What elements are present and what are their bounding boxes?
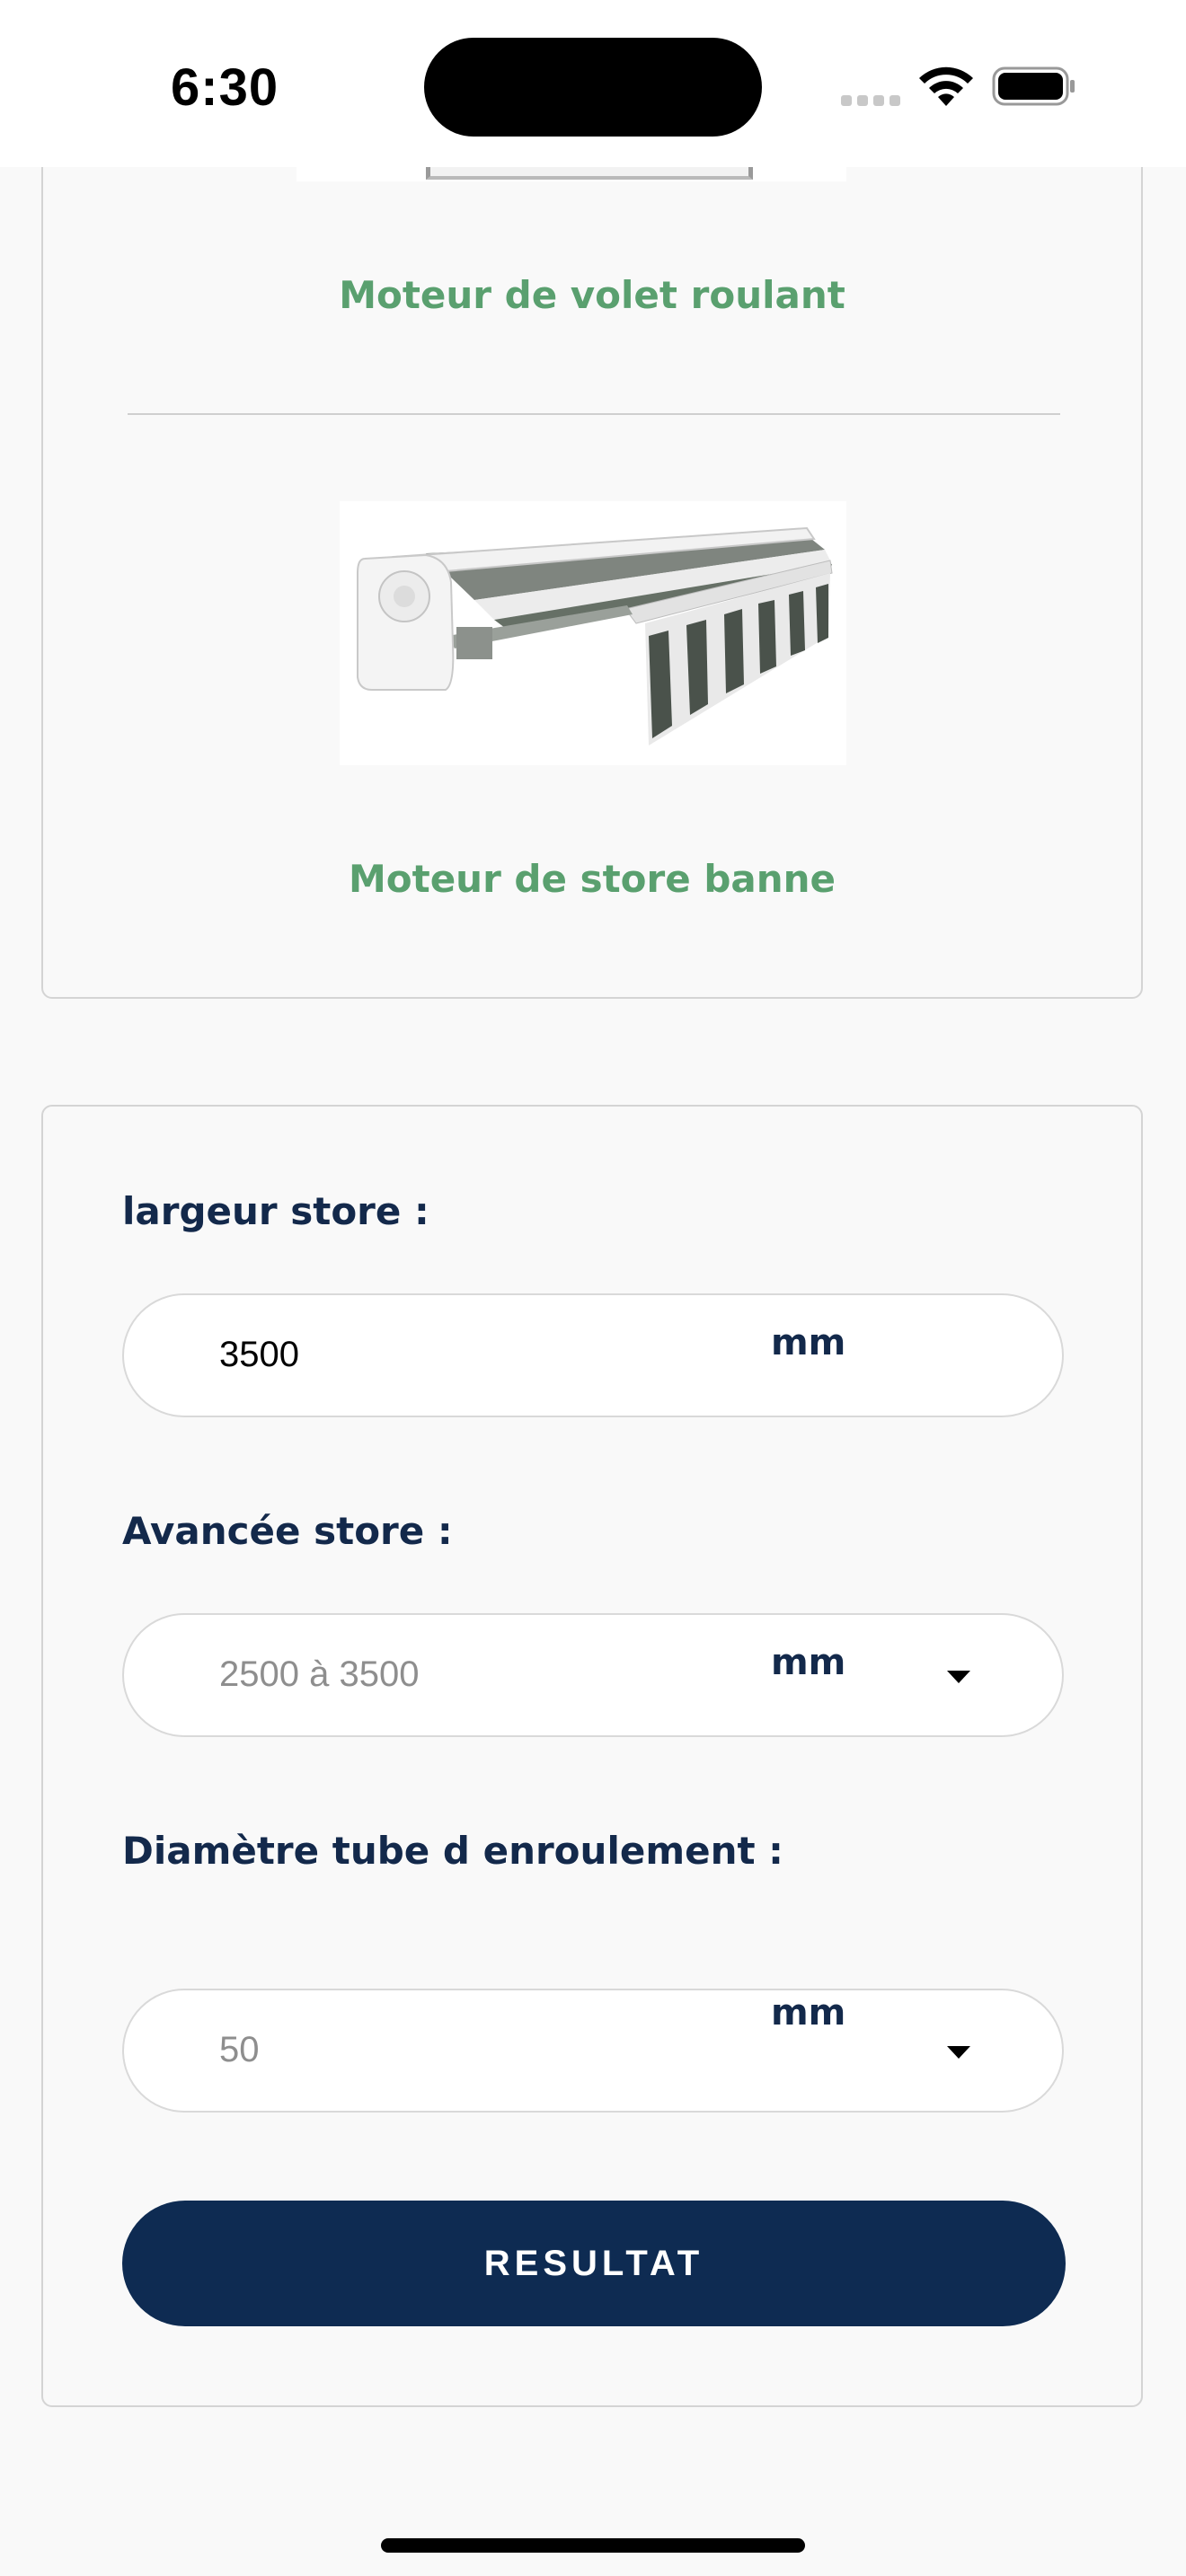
awning-image[interactable] — [340, 501, 846, 765]
shutter-image[interactable] — [296, 167, 846, 181]
wifi-icon — [919, 66, 973, 106]
dynamic-island — [424, 38, 762, 137]
divider — [128, 413, 1060, 415]
chevron-down-icon[interactable] — [947, 1671, 970, 1683]
awning-form-card: largeur store : 3500 mm Avancée store : … — [41, 1105, 1143, 2407]
result-button[interactable]: RESULTAT — [122, 2201, 1066, 2326]
projection-select[interactable]: 2500 à 3500 mm — [122, 1613, 1064, 1737]
chevron-down-icon[interactable] — [947, 2046, 970, 2059]
width-unit: mm — [771, 1322, 846, 1363]
battery-icon — [992, 66, 1075, 106]
width-input[interactable]: 3500 mm — [122, 1293, 1064, 1417]
width-value: 3500 — [219, 1335, 299, 1374]
tube-diameter-select[interactable]: 50 mm — [122, 1989, 1064, 2113]
projection-label: Avancée store : — [122, 1509, 453, 1553]
projection-placeholder: 2500 à 3500 — [219, 1654, 420, 1694]
width-label: largeur store : — [122, 1189, 429, 1233]
status-time: 6:30 — [171, 58, 279, 117]
shutter-motor-option[interactable]: Moteur de volet roulant — [43, 273, 1141, 317]
tube-diameter-unit: mm — [771, 1992, 846, 2033]
tube-diameter-placeholder: 50 — [219, 2030, 260, 2069]
status-bar: 6:30 — [0, 0, 1186, 167]
signal-icon — [841, 95, 900, 106]
awning-motor-option[interactable]: Moteur de store banne — [43, 857, 1141, 901]
home-indicator — [381, 2538, 805, 2553]
projection-unit: mm — [771, 1642, 846, 1683]
tube-diameter-label: Diamètre tube d enroulement : — [122, 1829, 783, 1873]
